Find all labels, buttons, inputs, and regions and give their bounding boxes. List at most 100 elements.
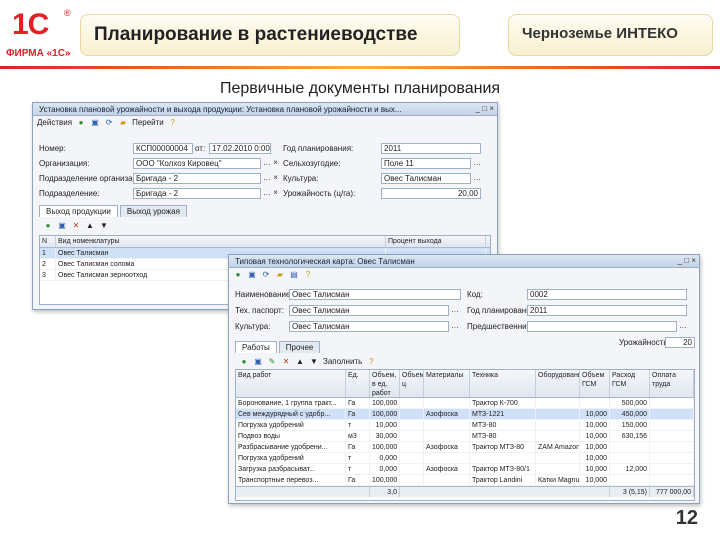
cell-pay — [650, 453, 694, 463]
move-down-icon[interactable]: ▼ — [99, 221, 109, 231]
goto-menu[interactable]: Перейти — [132, 118, 164, 128]
folder-icon[interactable]: ▰ — [275, 270, 285, 280]
help-icon[interactable]: ? — [303, 270, 313, 280]
window-controls[interactable]: _ □ × — [476, 104, 494, 113]
org-label: Организация: — [39, 159, 90, 168]
cell-work: Загрузка разбрасыват... — [236, 464, 346, 474]
edit-row-icon[interactable]: ✎ — [267, 357, 277, 367]
culture-select-button[interactable]: … — [473, 173, 481, 182]
tc-culture-field[interactable]: Овес Талисман — [289, 321, 449, 332]
org-select-button[interactable]: … × — [263, 158, 278, 167]
culture-field[interactable]: Овес Талисман — [381, 173, 471, 184]
save-icon[interactable]: ● — [233, 270, 243, 280]
cell-work: Сев междурядный с удобр... — [236, 409, 346, 419]
move-up-icon[interactable]: ▲ — [295, 357, 305, 367]
tab-product-output[interactable]: Выход продукции — [39, 205, 118, 217]
plan-year-label: Год планирования: — [283, 144, 354, 153]
copy-row-icon[interactable]: ▣ — [253, 357, 263, 367]
tc-tech-label: Тех. паспорт: — [235, 306, 284, 315]
refresh-icon[interactable]: ⟳ — [104, 118, 114, 128]
table-row[interactable]: Погрузка удобрений т 10,000 МТЗ-80 10,000 150… — [236, 420, 694, 431]
cell-unit: м3 — [346, 431, 370, 441]
header: 1С ® ФИРМА «1С» Планирование в растениев… — [0, 0, 720, 74]
cell-pay — [650, 420, 694, 430]
copy-icon[interactable]: ▣ — [90, 118, 100, 128]
org-field[interactable]: ООО "Колхоз Кировец" — [133, 158, 261, 169]
page-number: 12 — [675, 507, 698, 529]
add-row-icon[interactable]: ● — [43, 221, 53, 231]
tc-year-field[interactable]: 2011 — [527, 305, 687, 316]
window-controls[interactable]: _ □ × — [678, 256, 696, 265]
add-icon[interactable]: ● — [76, 118, 86, 128]
cell-tech: Трактор МТЗ-80 — [470, 442, 536, 452]
tc-culture-select-button[interactable]: … — [451, 321, 459, 330]
field-select-button[interactable]: … — [473, 158, 481, 167]
tc-grid-toolbar: ● ▣ ✎ ✕ ▲ ▼ Заполнить ? — [235, 355, 376, 368]
subdiv-field[interactable]: Бригада - 2 — [133, 188, 261, 199]
dept-label: Подразделение организации: — [39, 174, 149, 183]
delete-row-icon[interactable]: ✕ — [71, 221, 81, 231]
help-icon[interactable]: ? — [168, 118, 178, 128]
table-row[interactable]: Загрузка разбрасыват... т 0,000 Азофоска Тра… — [236, 464, 694, 475]
help-icon[interactable]: ? — [366, 357, 376, 367]
tc-pred-field[interactable] — [527, 321, 677, 332]
cell-tech: МТЗ-80 — [470, 420, 536, 430]
fill-button[interactable]: Заполнить — [323, 357, 362, 367]
dept-select-button[interactable]: … × — [263, 173, 278, 182]
add-row-icon[interactable]: ● — [239, 357, 249, 367]
subdiv-select-button[interactable]: … × — [263, 188, 278, 197]
tc-code-field[interactable]: 0002 — [527, 289, 687, 300]
actions-menu[interactable]: Действия — [37, 118, 72, 128]
techcard-window-title: Типовая технологическая карта: Овес Тали… — [229, 255, 699, 268]
refresh-icon[interactable]: ⟳ — [261, 270, 271, 280]
number-field[interactable]: КСП00000004 — [133, 143, 193, 154]
cell-equip: ZAM Amazon... — [538, 442, 580, 452]
tab-works[interactable]: Работы — [235, 341, 277, 353]
table-row[interactable]: Боронование, 1 группа тракт... Га 100,000 Т… — [236, 398, 694, 409]
cell-equip — [536, 431, 580, 441]
cell-mat — [424, 475, 470, 485]
table-row[interactable]: Подвоз воды м3 30,000 МТЗ-80 10,000 630,156 — [236, 431, 694, 442]
delete-row-icon[interactable]: ✕ — [281, 357, 291, 367]
plan-year-field[interactable]: 2011 — [381, 143, 481, 154]
tc-pred-label: Предшественник: — [467, 322, 533, 331]
print-icon[interactable]: ▤ — [289, 270, 299, 280]
table-row[interactable]: Разбрасывание удобрени... Га 100,000 Азофос… — [236, 442, 694, 453]
dept-field[interactable]: Бригада - 2 — [133, 173, 261, 184]
field-field[interactable]: Поле 11 — [381, 158, 471, 169]
cell-rate — [610, 475, 650, 485]
col-unit: Ед. — [346, 370, 370, 397]
tab-other[interactable]: Прочее — [278, 341, 321, 353]
cell-equip — [536, 420, 580, 430]
cell-gsm: 10,000 — [580, 442, 610, 452]
copy-row-icon[interactable]: ▣ — [57, 221, 67, 231]
move-up-icon[interactable]: ▲ — [85, 221, 95, 231]
tc-yield-field[interactable]: 20 — [665, 337, 695, 348]
date-field[interactable]: 17.02.2010 0:00:00 — [209, 143, 271, 154]
tc-tech-field[interactable]: Овес Талисман — [289, 305, 449, 316]
tc-pred-select-button[interactable]: … — [679, 321, 687, 330]
cell-gsm: 10,000 — [580, 464, 610, 474]
cell-tech: МТЗ-1221 — [470, 409, 536, 419]
cell-equip — [536, 409, 580, 419]
tc-tech-select-button[interactable]: … — [451, 305, 459, 314]
cell-work: Подвоз воды — [236, 431, 346, 441]
tc-name-field[interactable]: Овес Талисман — [289, 289, 461, 300]
col-percent: Процент выхода — [386, 236, 486, 247]
table-row[interactable]: Транспортные перевоз... Га 100,000 Трактор … — [236, 475, 694, 486]
cell-vol: 0,000 — [370, 464, 400, 474]
copy-icon[interactable]: ▣ — [247, 270, 257, 280]
logo-text: ФИРМА «1С» — [6, 48, 71, 59]
cell-pay — [650, 464, 694, 474]
tab-harvest-output[interactable]: Выход урожая — [119, 205, 187, 217]
folder-icon[interactable]: ▰ — [118, 118, 128, 128]
table-row[interactable]: Сев междурядный с удобр... Га 100,000 Азофо… — [236, 409, 694, 420]
move-down-icon[interactable]: ▼ — [309, 357, 319, 367]
techcard-window: Типовая технологическая карта: Овес Тали… — [228, 254, 700, 504]
foot-fuel-rate: 3 (5,15) — [610, 487, 650, 497]
table-row[interactable]: Погрузка удобрений т 0,000 10,000 — [236, 453, 694, 464]
cell-rate — [610, 442, 650, 452]
yield-field[interactable]: 20,00 — [381, 188, 481, 199]
cell-rate: 150,000 — [610, 420, 650, 430]
cell-vol: 100,000 — [370, 398, 400, 408]
